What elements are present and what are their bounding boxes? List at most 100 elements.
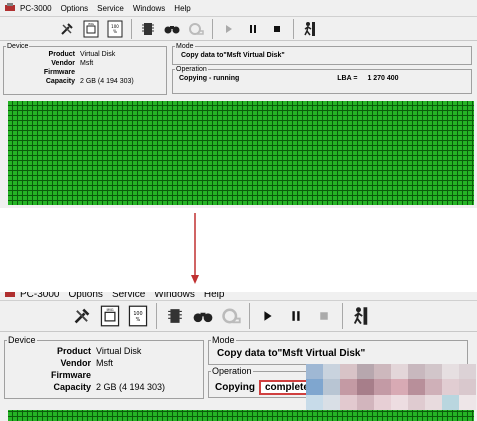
disk-image-button[interactable]: IMG	[96, 302, 124, 330]
menu-pc3000[interactable]: PC-3000	[20, 292, 59, 300]
menu-pc3000[interactable]: PC-3000	[20, 4, 52, 13]
exit-button[interactable]	[298, 18, 322, 40]
device-key: Vendor	[60, 358, 91, 368]
mode-text: Copy data to"Msft Virtual Disk"	[181, 52, 285, 59]
device-row-capacity: Capacity 2 GB (4 194 303)	[4, 77, 166, 86]
percent-tag-icon: 100%	[107, 20, 123, 37]
binoculars-icon	[193, 312, 213, 322]
stop-button[interactable]	[265, 18, 289, 40]
chip-button[interactable]	[161, 302, 189, 330]
percent-button[interactable]: 100%	[124, 302, 152, 330]
play-button[interactable]	[254, 302, 282, 330]
tools-icon	[74, 308, 90, 324]
find-button[interactable]	[160, 18, 184, 40]
device-panel: Device Product Virtual Disk Vendor Msft Fi…	[3, 43, 167, 95]
pause-button[interactable]	[282, 302, 310, 330]
lba-label: LBA =	[337, 75, 358, 82]
toolbar-separator	[293, 18, 294, 39]
tools-button[interactable]	[68, 302, 96, 330]
tools-button[interactable]	[55, 18, 79, 40]
stop-button[interactable]	[310, 302, 338, 330]
toolbar: IMG 100%	[0, 300, 477, 332]
device-key: Vendor	[51, 60, 75, 67]
toolbar-separator	[131, 18, 132, 39]
tape-button[interactable]	[217, 302, 245, 330]
info-panels: Device Product Virtual Disk Vendor Msft Fi…	[0, 41, 477, 99]
mode-legend: Mode	[212, 335, 235, 345]
svg-text:IMG: IMG	[88, 22, 94, 26]
toolbar-separator	[342, 303, 343, 329]
percent-button[interactable]: 100%	[103, 18, 127, 40]
operation-status: Copying - running	[179, 75, 240, 82]
pc3000-app-icon	[5, 292, 15, 297]
operation-panel: Operation Copying - running LBA = 1 270 …	[172, 66, 472, 94]
tools-icon	[61, 22, 73, 35]
device-key: Product	[56, 346, 91, 356]
chip-icon	[168, 309, 182, 323]
play-icon	[226, 24, 232, 33]
device-legend: Device	[8, 335, 36, 345]
device-value	[91, 369, 96, 381]
run-exit-icon	[304, 21, 315, 36]
play-button[interactable]	[217, 18, 241, 40]
menu-bar: PC-3000 Options Service Windows Help	[0, 292, 477, 300]
disk-image-icon: IMG	[83, 20, 99, 37]
menu-options[interactable]: Options	[68, 292, 102, 300]
tape-roll-icon	[222, 308, 241, 324]
operation-label: Copying	[215, 382, 255, 393]
device-key: Firmware	[50, 370, 91, 380]
device-row-vendor: Vendor Msft	[4, 59, 166, 68]
arrow-down-icon	[191, 213, 199, 284]
pause-button[interactable]	[241, 18, 265, 40]
device-key: Firmware	[43, 69, 75, 76]
svg-text:%: %	[136, 317, 141, 323]
find-button[interactable]	[189, 302, 217, 330]
device-key: Product	[48, 51, 75, 58]
device-key: Capacity	[53, 382, 91, 392]
stop-icon	[320, 312, 328, 320]
screenshot-running: PC-3000 Options Service Windows Help IMG…	[0, 0, 477, 208]
device-row-product: Product Virtual Disk	[5, 345, 203, 357]
exit-button[interactable]	[347, 302, 375, 330]
pc3000-app-icon	[5, 3, 15, 11]
svg-text:100: 100	[133, 311, 142, 317]
mode-panel: Mode Copy data to"Msft Virtual Disk"	[172, 43, 472, 65]
menu-bar: PC-3000 Options Service Windows Help	[0, 0, 477, 16]
menu-options[interactable]: Options	[61, 4, 89, 13]
chip-button[interactable]	[136, 18, 160, 40]
menu-help[interactable]: Help	[204, 292, 225, 300]
operation-legend: Operation	[212, 366, 252, 376]
tape-button[interactable]	[184, 18, 208, 40]
toolbar-separator	[249, 303, 250, 329]
operation-legend: Operation	[176, 66, 207, 73]
disk-image-icon: IMG	[100, 305, 120, 327]
device-key: Capacity	[45, 78, 75, 85]
mode-legend: Mode	[176, 43, 194, 50]
play-icon	[264, 311, 272, 321]
pause-icon	[250, 24, 256, 33]
chip-icon	[142, 22, 154, 35]
menu-help[interactable]: Help	[174, 4, 190, 13]
menu-windows[interactable]: Windows	[133, 4, 165, 13]
svg-text:%: %	[113, 29, 117, 34]
svg-text:IMG: IMG	[106, 308, 113, 312]
tape-roll-icon	[189, 22, 204, 35]
stop-icon	[274, 25, 280, 32]
menu-service[interactable]: Service	[112, 292, 145, 300]
sector-map	[8, 101, 474, 205]
sector-map	[8, 410, 474, 421]
toolbar-separator	[156, 303, 157, 329]
device-value	[75, 68, 80, 77]
percent-tag-icon: 100%	[128, 305, 148, 327]
menu-windows[interactable]: Windows	[154, 292, 195, 300]
menu-service[interactable]: Service	[97, 4, 124, 13]
toolbar: IMG 100%	[0, 16, 477, 41]
device-row-firmware: Firmware	[4, 68, 166, 77]
pause-icon	[292, 311, 300, 321]
device-legend: Device	[7, 43, 29, 50]
device-value: 2 GB (4 194 303)	[80, 78, 134, 85]
disk-image-button[interactable]: IMG	[79, 18, 103, 40]
device-row-capacity: Capacity 2 GB (4 194 303)	[5, 381, 203, 393]
binoculars-icon	[164, 25, 180, 33]
device-value: Msft	[96, 358, 113, 368]
